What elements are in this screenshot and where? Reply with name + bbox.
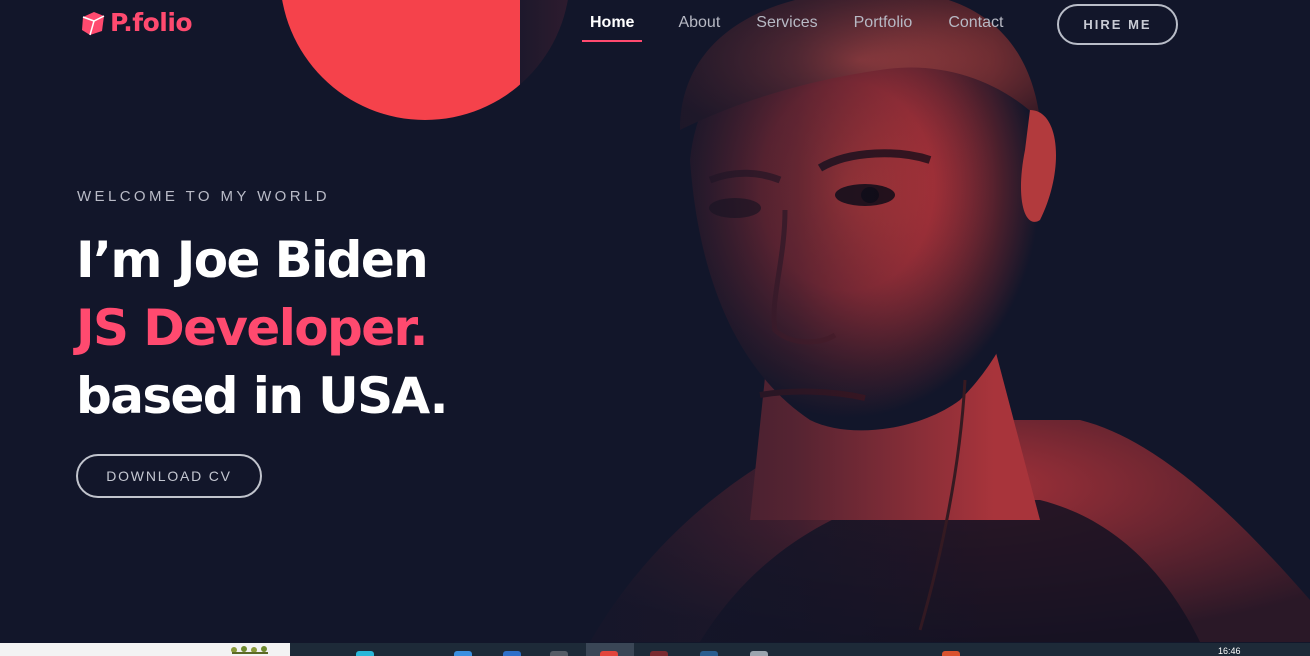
headline-line-name: I’m Joe Biden bbox=[76, 231, 429, 289]
hire-me-button[interactable]: HIRE ME bbox=[1057, 4, 1178, 45]
taskbar-app-icon[interactable] bbox=[356, 651, 374, 656]
main-navigation: Home About Services Portfolio Contact bbox=[582, 12, 1039, 42]
welcome-subtitle: WELCOME TO MY WORLD bbox=[77, 188, 330, 205]
download-cv-button[interactable]: DOWNLOAD CV bbox=[76, 454, 262, 498]
headline-line-location: based in USA. bbox=[76, 367, 449, 425]
nav-portfolio[interactable]: Portfolio bbox=[854, 12, 913, 42]
taskbar-app-icon[interactable] bbox=[503, 651, 521, 656]
portrait-image bbox=[520, 0, 1310, 642]
taskbar-search-box[interactable] bbox=[0, 643, 290, 656]
logo-text: P.folio bbox=[110, 8, 193, 37]
hero-headline: I’m Joe Biden JS Developer. based in USA… bbox=[76, 226, 449, 430]
taskbar-app-icon[interactable] bbox=[550, 651, 568, 656]
os-taskbar: 16:46 bbox=[0, 643, 1310, 656]
taskbar-app-icon[interactable] bbox=[700, 651, 718, 656]
taskbar-tray-icon[interactable] bbox=[942, 651, 960, 656]
site-logo[interactable]: P.folio bbox=[80, 8, 193, 37]
taskbar-app-icon[interactable] bbox=[650, 651, 668, 656]
taskbar-app-icon[interactable] bbox=[454, 651, 472, 656]
portfolio-page: P.folio Home About Services Portfolio Co… bbox=[0, 0, 1310, 656]
nav-services[interactable]: Services bbox=[756, 12, 817, 42]
headline-line-role: JS Developer. bbox=[76, 299, 428, 357]
taskbar-clock: 16:46 bbox=[1218, 646, 1241, 656]
taskbar-app-icon[interactable] bbox=[750, 651, 768, 656]
logo-cube-icon bbox=[82, 11, 105, 35]
nav-contact[interactable]: Contact bbox=[948, 12, 1003, 42]
nav-about[interactable]: About bbox=[678, 12, 720, 42]
search-highlight-icon bbox=[231, 646, 268, 654]
chrome-icon[interactable] bbox=[600, 651, 618, 656]
nav-home[interactable]: Home bbox=[582, 12, 643, 42]
